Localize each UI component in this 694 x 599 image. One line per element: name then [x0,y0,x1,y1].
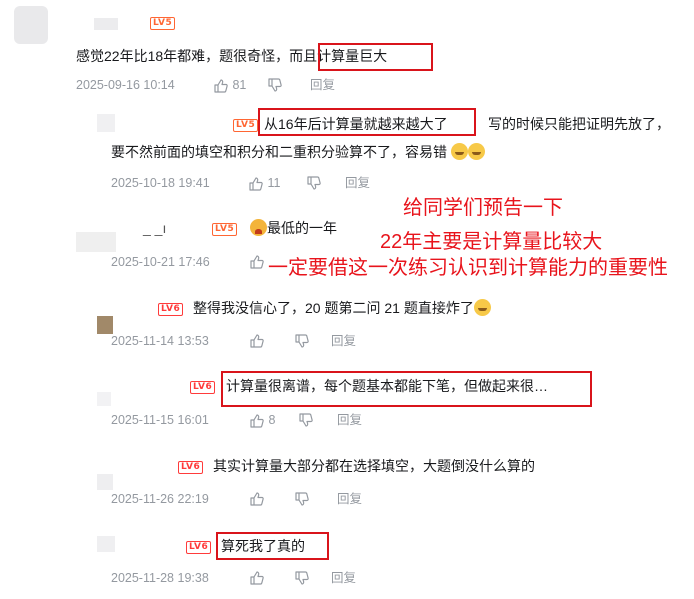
comment-text-plain: 感觉22年比18年都难，题很奇怪， [76,48,290,64]
comment-text-plain: 写的时候只能把证明先放了， [488,116,670,132]
reply-button[interactable]: 回复 [331,569,356,587]
highlight-box [318,43,433,71]
comment-date: 2025-10-21 17:46 [111,255,210,269]
crying-emoji-icon [250,219,267,236]
thumbs-down-icon[interactable] [306,175,322,191]
thumbs-up-icon[interactable] [213,78,229,94]
like-count: 81 [232,78,247,92]
thumbs-up-icon[interactable] [249,333,265,349]
avatar[interactable] [14,6,48,44]
comment-text-line2: 要不然前面的填空和积分和二重积分验算不了，容易错 [111,142,485,162]
comment-date: 2025-11-26 22:19 [111,492,209,506]
comment-text-plain: 整得我没信心了，20 题第二问 21 题直接炸了 [193,300,474,316]
annotation-line-3: 一定要借这一次练习认识到计算能力的重要性 [268,257,668,279]
avatar[interactable] [97,392,111,406]
comment-date: 2025-11-14 13:53 [111,334,209,348]
comment-text-plain: 最低的一年 [267,220,337,236]
avatar[interactable] [97,114,115,132]
laughing-emoji-icon [473,299,491,316]
reply-button[interactable]: 回复 [310,76,335,94]
highlight-box [258,108,476,136]
level-badge: LV5 [150,17,176,30]
thumbs-up-icon[interactable] [249,570,265,586]
level-badge: LV5 [233,119,259,132]
comment-date: 2025-11-28 19:38 [111,571,209,585]
comment-date: 2025-11-15 16:01 [111,413,209,427]
avatar[interactable] [76,232,116,252]
avatar[interactable] [97,474,113,490]
thumbs-down-icon[interactable] [294,570,310,586]
laughing-emoji-icon [467,143,485,160]
reply-button[interactable]: 回复 [345,174,370,192]
level-badge: LV6 [178,461,204,474]
comment-date: 2025-09-16 10:14 [76,78,175,92]
thumbs-up-icon[interactable] [249,491,265,507]
annotation-line-2: 22年主要是计算量比较大 [380,231,603,253]
thumbs-up-icon[interactable] [249,413,265,429]
thumbs-down-icon[interactable] [267,77,283,93]
highlight-box [216,532,329,560]
thumbs-up-icon[interactable] [249,254,265,270]
comment-text: 最低的一年 [250,218,337,238]
thumbs-down-icon[interactable] [298,412,314,428]
comment-date: 2025-10-18 19:41 [111,176,210,190]
level-badge: LV6 [186,541,212,554]
laughing-emoji-icon [450,143,468,160]
username[interactable] [94,18,118,30]
reply-button[interactable]: 回复 [331,332,356,350]
reply-button[interactable]: 回复 [337,411,362,429]
reply-button[interactable]: 回复 [337,490,362,508]
like-count: 8 [268,413,276,427]
level-badge: LV6 [190,381,216,394]
comment-text-line2-text: 要不然前面的填空和积分和二重积分验算不了，容易错 [111,144,447,160]
thumbs-down-icon[interactable] [294,333,310,349]
annotation-line-1: 给同学们预告一下 [403,197,563,219]
comment-text: 整得我没信心了，20 题第二问 21 题直接炸了 [193,298,491,318]
like-button[interactable]: 11 [248,174,280,192]
avatar[interactable] [97,536,115,552]
thumbs-up-icon[interactable] [248,176,264,192]
thumbs-down-icon[interactable] [294,491,310,507]
like-button[interactable]: 8 [249,411,275,429]
level-badge: LV6 [158,303,184,316]
highlight-box [221,371,592,407]
like-button[interactable]: 81 [213,76,246,94]
level-badge: LV5 [212,223,238,236]
username[interactable]: _ _ı [143,218,166,238]
like-count: 11 [267,176,281,190]
comment-text: 其实计算量大部分都在选择填空，大题倒没什么算的 [213,458,535,474]
